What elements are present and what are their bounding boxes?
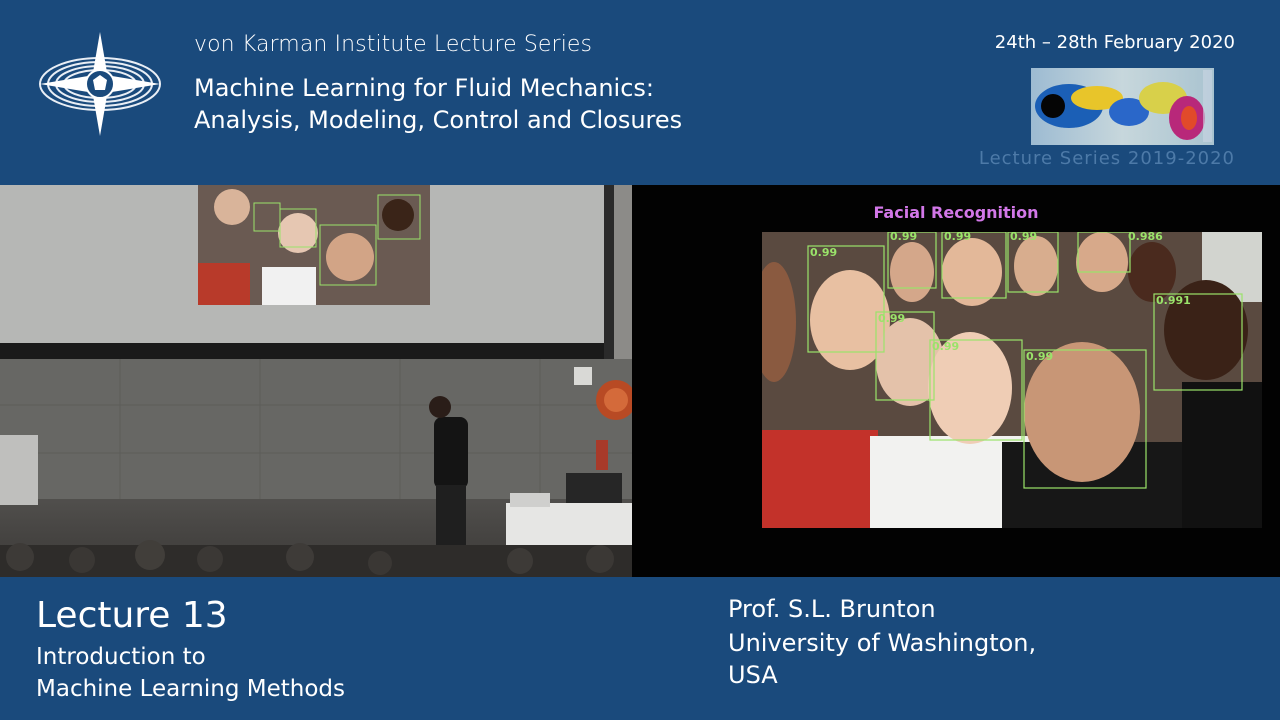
lecture-topic: Introduction to Machine Learning Methods bbox=[36, 641, 345, 705]
lecture-topic-line-2: Machine Learning Methods bbox=[36, 676, 345, 702]
detection-score: 0.986 bbox=[1128, 232, 1163, 243]
detection-score: 0.99 bbox=[810, 246, 837, 259]
detection-score: 0.99 bbox=[932, 340, 959, 353]
footer-banner: Lecture 13 Introduction to Machine Learn… bbox=[0, 577, 1280, 720]
detection-score: 0.99 bbox=[1026, 350, 1053, 363]
course-title-line-1: Machine Learning for Fluid Mechanics: bbox=[194, 74, 655, 102]
slide-title: Facial Recognition bbox=[873, 203, 1039, 222]
vki-compass-logo-icon bbox=[39, 32, 161, 136]
group-selfie-photo: 0.99 0.99 0.99 0.986 0.99 0.991 0.99 0.9… bbox=[762, 232, 1262, 528]
affiliation-line-2: USA bbox=[728, 661, 778, 689]
affiliation-line-1: University of Washington, bbox=[728, 629, 1037, 657]
detection-score: 0.99 bbox=[1010, 232, 1037, 243]
header-banner: von Karman Institute Lecture Series Mach… bbox=[0, 0, 1280, 185]
course-title: Machine Learning for Fluid Mechanics: An… bbox=[194, 72, 682, 136]
lecture-number: Lecture 13 bbox=[36, 595, 228, 636]
slide-panel: Facial Recognition 0.99 0.99 0.99 0.986 … bbox=[632, 185, 1280, 577]
lecture-dates: 24th – 28th February 2020 bbox=[994, 32, 1235, 53]
series-title: von Karman Institute Lecture Series bbox=[194, 32, 593, 57]
lecture-hall-video bbox=[0, 185, 632, 577]
speaker-name: Prof. S.L. Brunton bbox=[728, 595, 936, 623]
flow-visualization-thumbnail bbox=[1031, 68, 1214, 145]
series-year: Lecture Series 2019-2020 bbox=[978, 148, 1235, 169]
detection-score: 0.991 bbox=[1156, 294, 1191, 307]
course-title-line-2: Analysis, Modeling, Control and Closures bbox=[194, 106, 683, 134]
detection-score: 0.99 bbox=[890, 232, 917, 243]
lecture-hall-scene bbox=[0, 185, 632, 577]
detection-score: 0.99 bbox=[878, 312, 905, 325]
speaker-affiliation: University of Washington, USA bbox=[728, 627, 1036, 691]
lecture-topic-line-1: Introduction to bbox=[36, 644, 206, 670]
detection-score: 0.99 bbox=[944, 232, 971, 243]
